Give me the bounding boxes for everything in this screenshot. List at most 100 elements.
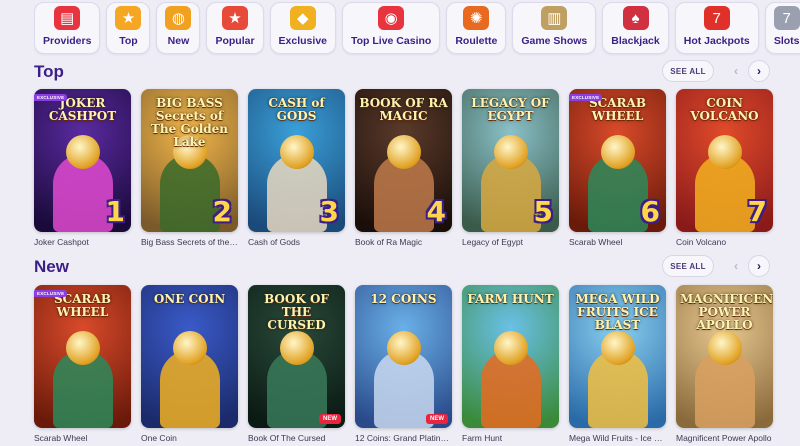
new-badge: NEW [426, 414, 448, 424]
game-name[interactable]: Farm Hunt [462, 433, 559, 443]
medal-icon: ★ [115, 6, 142, 30]
game-thumbnail[interactable]: SCARAB WHEEL EXCLUSIVE [34, 285, 131, 428]
game-art-emblem [279, 135, 314, 169]
game-art-title: CASH of GODS [268, 96, 325, 123]
rank-number: 2 [212, 195, 232, 228]
game-art-emblem [493, 331, 528, 365]
new-games-row: SCARAB WHEEL EXCLUSIVE Scarab Wheel ONE COI… [34, 285, 773, 443]
category-label: Roulette [455, 35, 498, 47]
section-title-top: Top [34, 62, 64, 81]
top-next-arrow-icon[interactable]: › [748, 60, 770, 82]
game-art-emblem [279, 331, 314, 365]
game-thumbnail[interactable]: BIG BASS Secrets of The Golden Lake 2 [141, 89, 238, 232]
game-show-icon: ▥ [541, 6, 568, 30]
game-name[interactable]: Coin Volcano [676, 237, 773, 247]
game-name[interactable]: Book of Ra Magic [355, 237, 452, 247]
category-slots-button[interactable]: 7 Slots [764, 2, 800, 54]
category-new-button[interactable]: ◍ New [156, 2, 201, 54]
game-card[interactable]: MAGNIFICENT POWER APOLLO Magnificent Powe… [676, 285, 773, 443]
game-name[interactable]: 12 Coins: Grand Platinum... [355, 433, 452, 443]
new-next-arrow-icon[interactable]: › [748, 255, 770, 277]
see-all-top-button[interactable]: SEE ALL [662, 60, 714, 82]
rank-number: 5 [533, 195, 553, 228]
game-thumbnail[interactable]: MEGA WILD FRUITS ICE BLAST [569, 285, 666, 428]
category-providers-button[interactable]: ▤ Providers [34, 2, 101, 54]
game-art-emblem [707, 331, 742, 365]
game-name[interactable]: Scarab Wheel [34, 433, 131, 443]
game-name[interactable]: Big Bass Secrets of the G... [141, 237, 238, 247]
game-art-emblem [386, 135, 421, 169]
game-art-title: MEGA WILD FRUITS ICE BLAST [575, 292, 660, 332]
game-thumbnail[interactable]: CASH of GODS 3 [248, 89, 345, 232]
game-name[interactable]: Legacy of Egypt [462, 237, 559, 247]
category-top-button[interactable]: ★ Top [106, 2, 151, 54]
game-art-title: BOOK OF RA MAGIC [359, 96, 448, 123]
rank-number: 3 [319, 195, 339, 228]
category-label: Exclusive [278, 35, 327, 47]
game-name[interactable]: One Coin [141, 433, 238, 443]
bell-icon: ◍ [165, 6, 192, 30]
category-blackjack-button[interactable]: ♠ Blackjack [602, 2, 669, 54]
category-exclusive-button[interactable]: ◆ Exclusive [269, 2, 336, 54]
top-prev-arrow-icon[interactable]: ‹ [725, 60, 747, 82]
game-card[interactable]: LEGACY OF EGYPT 5 Legacy of Egypt [462, 89, 559, 247]
rank-number: 4 [426, 195, 446, 228]
game-art-emblem [65, 331, 100, 365]
game-thumbnail[interactable]: 12 COINS NEW [355, 285, 452, 428]
game-thumbnail[interactable]: SCARAB WHEEL EXCLUSIVE 6 [569, 89, 666, 232]
game-card[interactable]: BOOK OF RA MAGIC 4 Book of Ra Magic [355, 89, 452, 247]
game-name[interactable]: Cash of Gods [248, 237, 345, 247]
game-card[interactable]: ONE COIN One Coin [141, 285, 238, 443]
game-card[interactable]: CASH of GODS 3 Cash of Gods [248, 89, 345, 247]
game-name[interactable]: Mega Wild Fruits - Ice Bl... [569, 433, 666, 443]
game-card[interactable]: MEGA WILD FRUITS ICE BLAST Mega Wild Frui… [569, 285, 666, 443]
category-roulette-button[interactable]: ✺ Roulette [446, 2, 507, 54]
game-card[interactable]: SCARAB WHEEL EXCLUSIVE Scarab Wheel [34, 285, 131, 443]
game-card[interactable]: FARM HUNT Farm Hunt [462, 285, 559, 443]
game-art-title: 12 COINS [370, 292, 437, 306]
top-games-row: JOKER CASHPOT EXCLUSIVE 1 Joker Cashpot BIG … [34, 89, 773, 247]
game-thumbnail[interactable]: LEGACY OF EGYPT 5 [462, 89, 559, 232]
game-art-title: ONE COIN [153, 292, 226, 306]
category-game-shows-button[interactable]: ▥ Game Shows [512, 2, 597, 54]
category-bar: ▤ Providers ★ Top ◍ New ★ Popular ◆ Exclusive ◉ Top… [34, 0, 800, 56]
new-prev-arrow-icon[interactable]: ‹ [725, 255, 747, 277]
game-card[interactable]: BOOK OF THE CURSED NEW Book Of The Cursed [248, 285, 345, 443]
game-art-title: MAGNIFICENT POWER APOLLO [680, 292, 773, 332]
game-thumbnail[interactable]: FARM HUNT [462, 285, 559, 428]
game-card[interactable]: BIG BASS Secrets of The Golden Lake 2 Big … [141, 89, 238, 247]
game-thumbnail[interactable]: ONE COIN [141, 285, 238, 428]
category-label: Top [119, 35, 138, 47]
game-art-title: FARM HUNT [467, 292, 554, 306]
game-name[interactable]: Book Of The Cursed [248, 433, 345, 443]
game-card[interactable]: 12 COINS NEW 12 Coins: Grand Platinum... [355, 285, 452, 443]
game-card[interactable]: COIN VOLCANO 7 Coin Volcano [676, 89, 773, 247]
rank-number: 7 [747, 195, 767, 228]
category-top-live-casino-button[interactable]: ◉ Top Live Casino [342, 2, 441, 54]
game-name[interactable]: Scarab Wheel [569, 237, 666, 247]
game-art-title: COIN VOLCANO [690, 96, 759, 123]
category-hot-jackpots-button[interactable]: 7 Hot Jackpots [674, 2, 759, 54]
game-card[interactable]: SCARAB WHEEL EXCLUSIVE 6 Scarab Wheel [569, 89, 666, 247]
game-name[interactable]: Magnificent Power Apollo [676, 433, 773, 443]
game-name[interactable]: Joker Cashpot [34, 237, 131, 247]
game-card[interactable]: JOKER CASHPOT EXCLUSIVE 1 Joker Cashpot [34, 89, 131, 247]
game-thumbnail[interactable]: BOOK OF THE CURSED NEW [248, 285, 345, 428]
game-art-title: BOOK OF THE CURSED [264, 292, 329, 332]
game-thumbnail[interactable]: MAGNIFICENT POWER APOLLO [676, 285, 773, 428]
cards-icon: ♠ [622, 6, 649, 30]
game-thumbnail[interactable]: COIN VOLCANO 7 [676, 89, 773, 232]
game-art-emblem [600, 135, 635, 169]
category-label: Top Live Casino [351, 35, 432, 47]
game-art-emblem [493, 135, 528, 169]
game-thumbnail[interactable]: JOKER CASHPOT EXCLUSIVE 1 [34, 89, 131, 232]
star-icon: ★ [222, 6, 248, 30]
category-label: Popular [215, 35, 255, 47]
new-badge: NEW [319, 414, 341, 424]
category-label: Blackjack [611, 35, 660, 47]
exclusive-badge: EXCLUSIVE [569, 94, 603, 101]
see-all-new-button[interactable]: SEE ALL [662, 255, 714, 277]
category-label: Slots [773, 35, 800, 47]
category-popular-button[interactable]: ★ Popular [206, 2, 264, 54]
game-thumbnail[interactable]: BOOK OF RA MAGIC 4 [355, 89, 452, 232]
